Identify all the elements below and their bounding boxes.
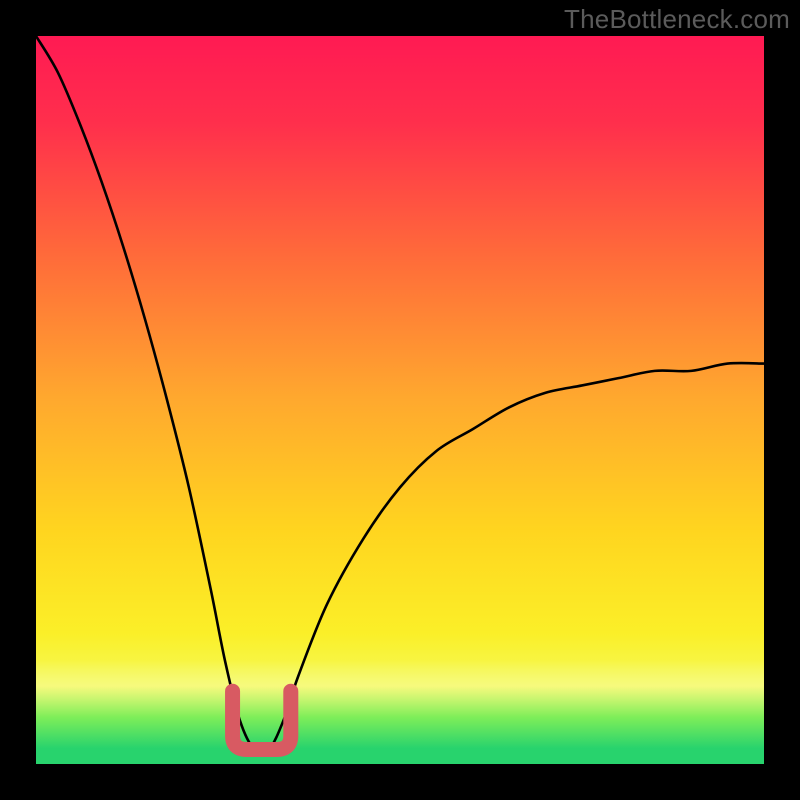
chart-frame: TheBottleneck.com xyxy=(0,0,800,800)
plot-area xyxy=(36,36,764,764)
plot-svg xyxy=(36,36,764,764)
watermark-text: TheBottleneck.com xyxy=(564,4,790,35)
optimal-band-glow xyxy=(36,660,764,764)
gradient-background xyxy=(36,36,764,764)
